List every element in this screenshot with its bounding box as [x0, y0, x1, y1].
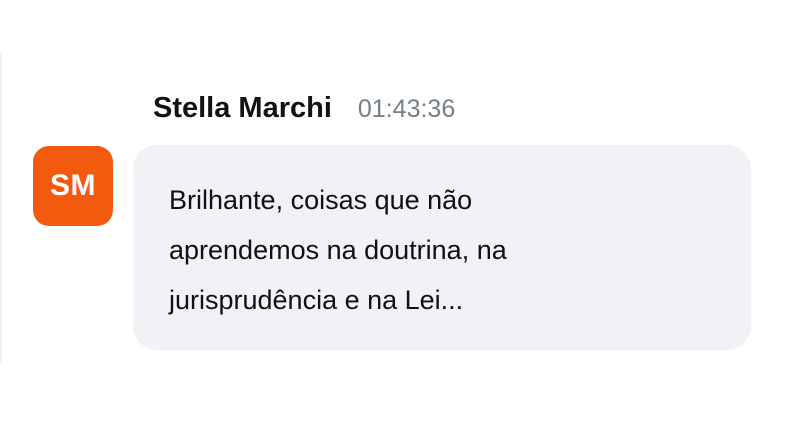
message-timestamp: 01:43:36: [357, 95, 456, 123]
avatar-initials: SM: [50, 169, 96, 202]
author-name[interactable]: Stella Marchi: [153, 92, 332, 125]
chat-message: SM Stella Marchi 01:43:36 Brilhante, coi…: [0, 0, 800, 430]
avatar[interactable]: SM: [33, 146, 113, 226]
message-text: Brilhante, coisas que não aprendemos na …: [169, 185, 507, 315]
chat-page: SM Stella Marchi 01:43:36 Brilhante, coi…: [0, 0, 800, 430]
message-header: Stella Marchi 01:43:36: [153, 92, 455, 136]
message-bubble[interactable]: Brilhante, coisas que não aprendemos na …: [133, 145, 751, 350]
